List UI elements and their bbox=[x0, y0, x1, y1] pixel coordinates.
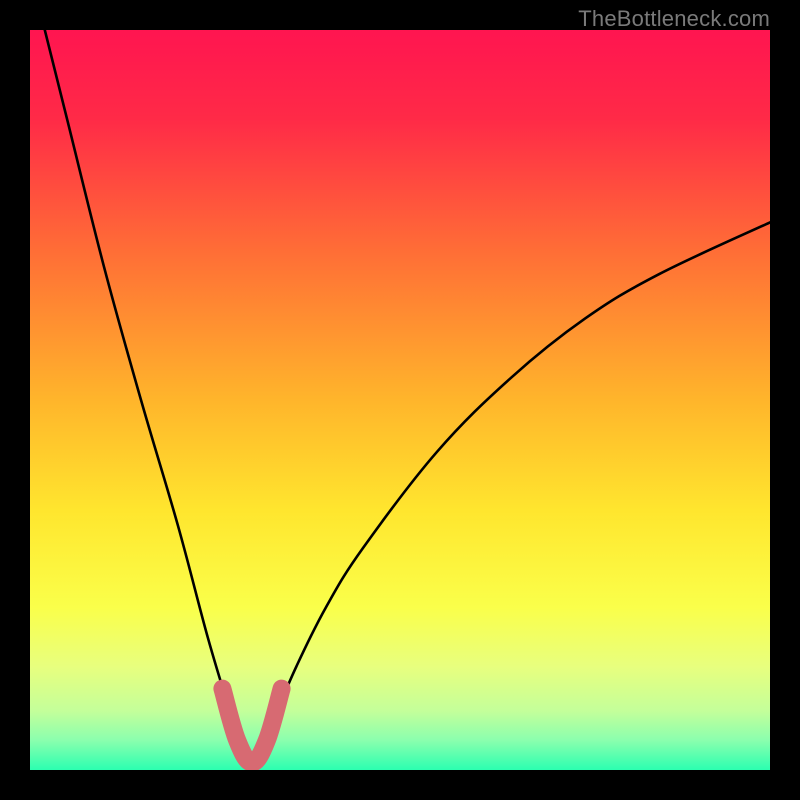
plot-area bbox=[30, 30, 770, 770]
bottleneck-curve bbox=[45, 30, 770, 770]
highlight-band bbox=[222, 689, 281, 763]
chart-frame: TheBottleneck.com bbox=[0, 0, 800, 800]
curve-layer bbox=[30, 30, 770, 770]
watermark-text: TheBottleneck.com bbox=[578, 6, 770, 32]
